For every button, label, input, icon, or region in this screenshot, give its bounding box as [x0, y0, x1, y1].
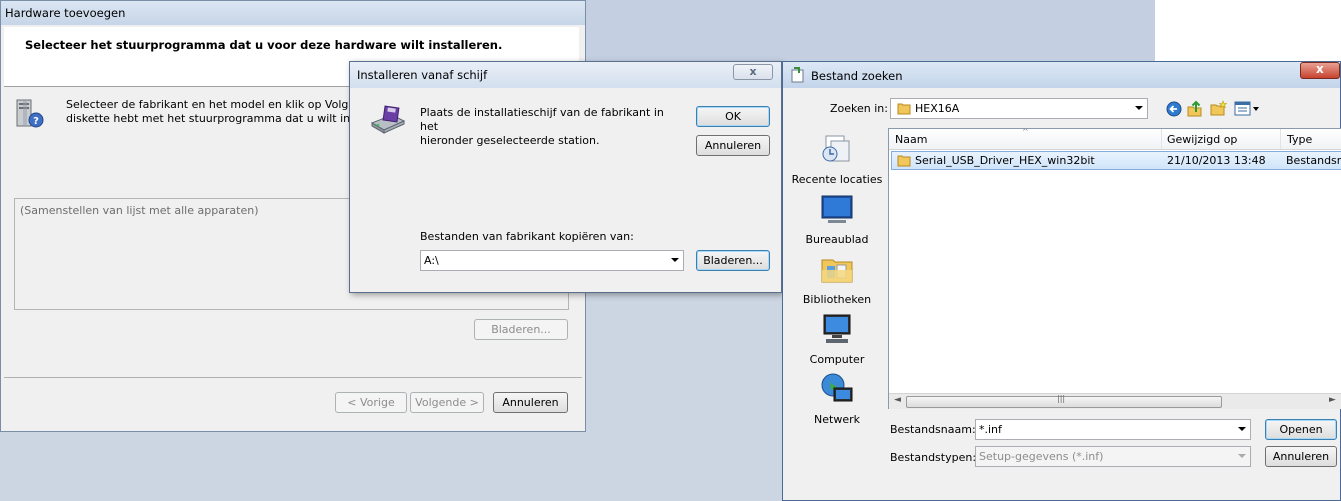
scrollbar-thumb[interactable]: ||| — [906, 394, 1222, 408]
install-cancel-button[interactable]: Annuleren — [696, 135, 770, 156]
column-header-type[interactable]: Type — [1281, 129, 1341, 149]
look-in-combobox[interactable]: HEX16A — [890, 98, 1148, 119]
new-folder-icon[interactable] — [1210, 100, 1227, 117]
install-message: Plaats de installatieschijf van de fabri… — [420, 106, 680, 148]
column-header-modified-label: Gewijzigd op — [1167, 133, 1238, 146]
install-titlebar[interactable]: Installeren vanaf schijf x — [350, 62, 781, 88]
open-button[interactable]: Openen — [1265, 419, 1337, 440]
place-label: Bureaublad — [805, 233, 869, 246]
chevron-down-icon — [1135, 106, 1143, 110]
hardware-icon: ? — [16, 99, 44, 128]
table-row[interactable]: Serial_USB_Driver_HEX_win32bit 21/10/201… — [891, 151, 1341, 170]
folder-icon — [897, 103, 911, 115]
up-folder-icon[interactable] — [1187, 100, 1203, 117]
file-dialog-close-button[interactable]: x — [1300, 62, 1340, 79]
look-in-label: Zoeken in: — [830, 102, 888, 115]
background-strip-right — [1155, 0, 1341, 61]
look-in-value: HEX16A — [915, 102, 960, 115]
desktop-icon — [821, 195, 853, 223]
column-header-type-label: Type — [1287, 133, 1313, 146]
wizard-header-text: Selecteer het stuurprogramma dat u voor … — [25, 38, 503, 52]
place-recent-locations[interactable]: Recente locaties — [787, 132, 887, 186]
chevron-down-icon — [1238, 427, 1246, 431]
install-from-disk-dialog: Installeren vanaf schijf x Plaats de ins… — [349, 61, 782, 293]
copy-from-label: Bestanden van fabrikant kopiëren van: — [420, 230, 634, 243]
place-label: Bibliotheken — [802, 293, 872, 306]
network-icon — [821, 373, 853, 402]
wizard-title: Hardware toevoegen — [5, 6, 126, 20]
file-search-icon — [791, 67, 804, 83]
file-type: Bestandsm — [1286, 154, 1341, 167]
install-close-button[interactable]: x — [733, 64, 773, 80]
filetype-label: Bestandstypen: — [890, 451, 977, 464]
place-label: Recente locaties — [791, 173, 883, 186]
chevron-down-icon — [1238, 454, 1246, 458]
next-button[interactable]: Volgende > — [410, 392, 484, 413]
filetype-combobox[interactable]: Setup-gegevens (*.inf) — [975, 446, 1251, 467]
places-bar: Recente locaties Bureaublad Bibliotheken — [787, 128, 887, 462]
wizard-instruction-line1: Selecteer de fabrikant en het model en k… — [66, 98, 356, 111]
wizard-browse-button[interactable]: Bladeren... — [474, 319, 568, 340]
device-list-placeholder: (Samenstellen van lijst met alle apparat… — [20, 204, 259, 217]
back-button[interactable]: < Vorige — [335, 392, 407, 413]
close-icon: x — [749, 65, 757, 78]
recent-locations-icon — [822, 135, 850, 162]
scroll-left-icon[interactable]: ◄ — [894, 395, 901, 405]
filename-label: Bestandsnaam: — [890, 423, 976, 436]
filename-value: *.inf — [979, 423, 1002, 436]
wizard-titlebar[interactable]: Hardware toevoegen — [1, 1, 585, 25]
column-header-modified[interactable]: Gewijzigd op — [1162, 129, 1281, 149]
copy-from-combobox[interactable]: A:\ — [420, 250, 684, 271]
column-header-name-label: Naam — [895, 133, 928, 146]
background-strip — [586, 0, 1155, 61]
back-arrow-icon[interactable] — [1166, 101, 1182, 117]
close-icon: x — [1316, 62, 1324, 76]
ok-button[interactable]: OK — [696, 106, 770, 127]
folder-icon — [897, 155, 911, 167]
svg-text:?: ? — [33, 116, 39, 127]
chevron-down-icon — [671, 258, 679, 262]
file-list[interactable]: Naam ^ Gewijzigd op Type Serial_USB_Driv… — [888, 128, 1341, 409]
sort-ascending-icon: ^ — [1022, 128, 1029, 136]
wizard-instruction-line2: diskette hebt met het stuurprogramma dat… — [66, 112, 356, 125]
wizard-instruction: Selecteer de fabrikant en het model en k… — [66, 98, 356, 126]
filetype-value: Setup-gegevens (*.inf) — [979, 450, 1104, 463]
file-name: Serial_USB_Driver_HEX_win32bit — [915, 154, 1095, 167]
place-computer[interactable]: Computer — [787, 312, 887, 366]
install-title: Installeren vanaf schijf — [357, 68, 488, 82]
copy-from-value: A:\ — [424, 254, 439, 267]
install-message-line2: hieronder geselecteerde station. — [420, 134, 600, 147]
file-dialog-titlebar[interactable]: Bestand zoeken x — [783, 62, 1340, 88]
libraries-icon — [821, 259, 853, 283]
place-label: Computer — [809, 353, 865, 366]
computer-icon — [823, 314, 851, 343]
grip-icon: ||| — [1057, 394, 1066, 403]
install-browse-button[interactable]: Bladeren... — [696, 250, 770, 271]
place-label: Netwerk — [814, 413, 860, 426]
file-search-dialog: Bestand zoeken x Zoeken in: HEX16A Recen… — [782, 61, 1341, 501]
place-desktop[interactable]: Bureaublad — [787, 192, 887, 246]
view-menu-icon[interactable] — [1234, 101, 1260, 116]
horizontal-scrollbar[interactable]: ◄ ||| ► — [889, 393, 1341, 409]
file-dialog-title: Bestand zoeken — [811, 69, 903, 83]
disk-drive-icon — [370, 105, 406, 134]
filename-combobox[interactable]: *.inf — [975, 419, 1251, 440]
wizard-cancel-button[interactable]: Annuleren — [493, 392, 568, 413]
file-list-header: Naam ^ Gewijzigd op Type — [889, 129, 1341, 150]
place-libraries[interactable]: Bibliotheken — [787, 252, 887, 306]
wizard-divider — [4, 377, 582, 378]
column-header-name[interactable]: Naam ^ — [889, 129, 1162, 149]
file-cancel-button[interactable]: Annuleren — [1265, 446, 1337, 467]
scroll-right-icon[interactable]: ► — [1329, 395, 1336, 405]
install-message-line1: Plaats de installatieschijf van de fabri… — [420, 106, 664, 133]
place-network[interactable]: Netwerk — [787, 372, 887, 426]
file-modified: 21/10/2013 13:48 — [1167, 154, 1266, 167]
